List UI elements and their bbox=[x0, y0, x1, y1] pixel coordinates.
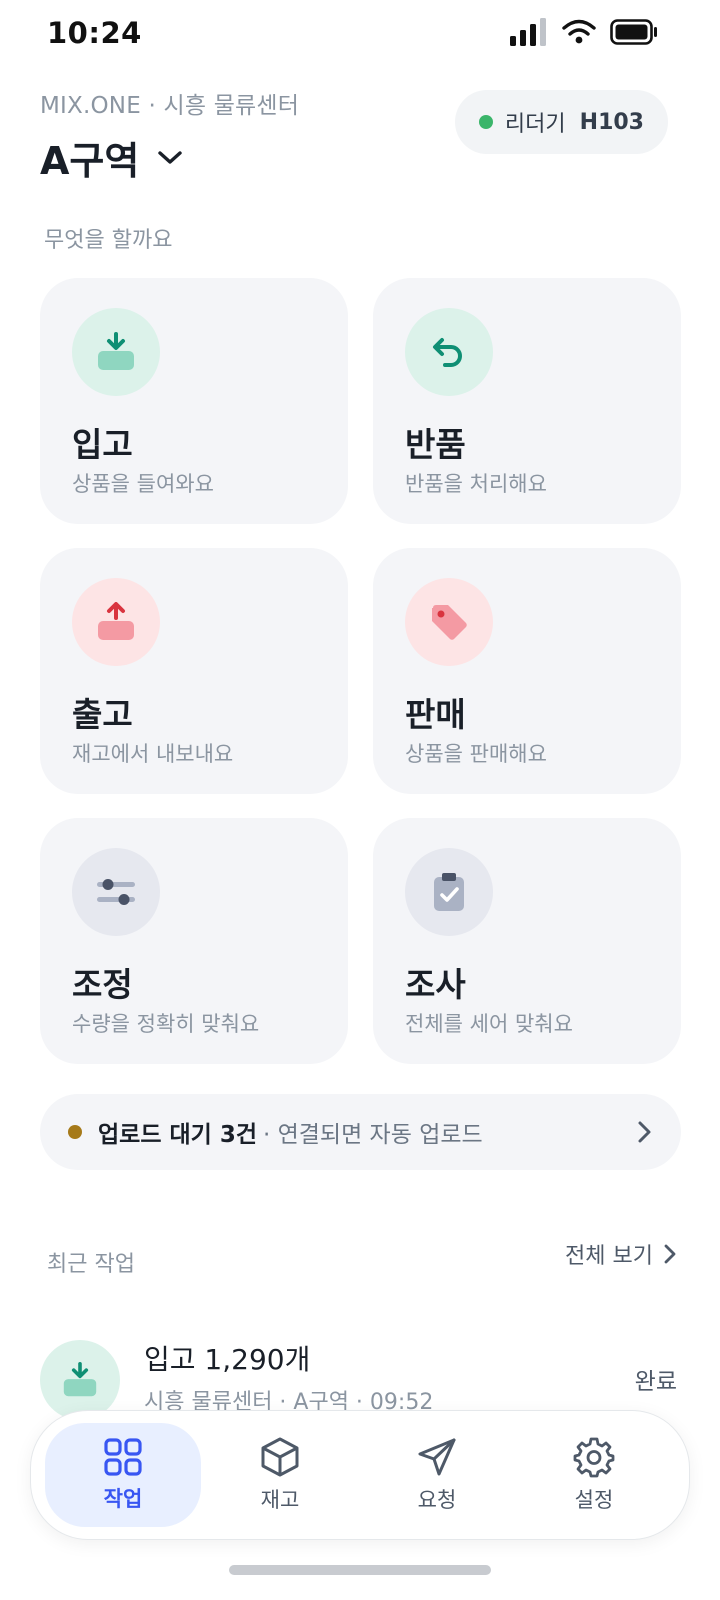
see-all-label: 전체 보기 bbox=[565, 1244, 653, 1269]
price-tag-icon bbox=[432, 605, 467, 640]
inbound-tray-icon bbox=[63, 1362, 97, 1397]
header: MIX.ONE · 시흥 물류센터 A구역 리더기 H103 bbox=[40, 86, 668, 186]
outbound-tray-icon bbox=[98, 602, 134, 640]
action-card-inbound[interactable]: 입고 상품을 들여와요 bbox=[40, 278, 348, 524]
action-card-adjust[interactable]: 조정 수량을 정확히 맞춰요 bbox=[40, 818, 348, 1064]
action-subtitle: 수량을 정확히 맞춰요 bbox=[72, 1012, 260, 1036]
action-subtitle: 재고에서 내보내요 bbox=[72, 742, 234, 766]
recent-header: 최근 작업 전체 보기 bbox=[47, 1244, 677, 1278]
action-card-outbound[interactable]: 출고 재고에서 내보내요 bbox=[40, 548, 348, 794]
chevron-right-icon bbox=[638, 1121, 651, 1143]
clipboard-check-icon bbox=[434, 873, 464, 911]
action-title: 판매 bbox=[405, 695, 466, 734]
home-indicator bbox=[229, 1565, 491, 1575]
pending-status-dot bbox=[68, 1125, 82, 1139]
recent-item-status: 완료 bbox=[634, 1369, 677, 1395]
recent-item-icon-wrap bbox=[40, 1340, 120, 1420]
reader-id: H103 bbox=[579, 109, 644, 135]
status-icons bbox=[510, 18, 658, 46]
action-title: 반품 bbox=[405, 425, 466, 464]
sliders-icon bbox=[97, 879, 135, 905]
connection-status-dot bbox=[478, 115, 493, 129]
upload-pending-count: 업로드 대기 3건 bbox=[98, 1122, 257, 1148]
section-title: 무엇을 할까요 bbox=[44, 228, 173, 253]
reader-badge[interactable]: 리더기 H103 bbox=[454, 90, 668, 154]
tab-label: 요청 bbox=[417, 1488, 457, 1512]
upload-pending-note: · 연결되면 자동 업로드 bbox=[262, 1122, 483, 1148]
upload-pending-banner[interactable]: 업로드 대기 3건 · 연결되면 자동 업로드 bbox=[40, 1094, 681, 1170]
action-subtitle: 전체를 세어 맞춰요 bbox=[405, 1012, 573, 1036]
action-card-survey[interactable]: 조사 전체를 세어 맞춰요 bbox=[373, 818, 681, 1064]
gear-icon bbox=[573, 1437, 615, 1478]
tab-label: 재고 bbox=[260, 1488, 300, 1512]
status-bar: 10:24 bbox=[0, 0, 720, 70]
tab-inventory[interactable]: 재고 bbox=[202, 1423, 358, 1527]
status-time: 10:24 bbox=[47, 16, 142, 50]
inbound-icon-wrap bbox=[72, 308, 160, 396]
tab-requests[interactable]: 요청 bbox=[359, 1423, 515, 1527]
action-title: 조정 bbox=[72, 965, 133, 1004]
tab-label: 작업 bbox=[103, 1487, 143, 1511]
action-title: 입고 bbox=[72, 425, 133, 464]
chevron-down-icon bbox=[158, 150, 183, 164]
action-subtitle: 상품을 판매해요 bbox=[405, 742, 547, 766]
recent-item[interactable]: 입고 1,290개 시흥 물류센터 · A구역 · 09:52 완료 bbox=[40, 1340, 681, 1420]
reader-label: 리더기 bbox=[504, 112, 566, 137]
action-subtitle: 상품을 들여와요 bbox=[72, 472, 214, 496]
recent-item-title: 입고 1,290개 bbox=[144, 1343, 311, 1376]
inbound-tray-icon bbox=[98, 332, 134, 370]
adjust-icon-wrap bbox=[72, 848, 160, 936]
action-title: 출고 bbox=[72, 695, 133, 734]
action-card-return[interactable]: 반품 반품을 처리해요 bbox=[373, 278, 681, 524]
send-icon bbox=[418, 1438, 456, 1476]
outbound-icon-wrap bbox=[72, 578, 160, 666]
tab-label: 설정 bbox=[574, 1488, 614, 1512]
action-card-sale[interactable]: 판매 상품을 판매해요 bbox=[373, 548, 681, 794]
action-subtitle: 반품을 처리해요 bbox=[405, 472, 547, 496]
action-title: 조사 bbox=[405, 965, 466, 1004]
zone-title: A구역 bbox=[40, 139, 140, 183]
return-arrow-icon bbox=[433, 338, 462, 367]
return-icon-wrap bbox=[405, 308, 493, 396]
tab-settings[interactable]: 설정 bbox=[516, 1423, 672, 1527]
sale-icon-wrap bbox=[405, 578, 493, 666]
box-icon bbox=[261, 1437, 299, 1477]
bottom-tab-bar: 작업 재고 요청 설정 bbox=[30, 1410, 690, 1540]
tab-work[interactable]: 작업 bbox=[45, 1423, 201, 1527]
zone-selector[interactable]: A구역 bbox=[40, 130, 183, 185]
battery-icon bbox=[610, 19, 657, 45]
chevron-right-icon bbox=[664, 1244, 676, 1264]
action-grid: 입고 상품을 들여와요 반품 반품을 처리해요 출고 재고에서 내보내요 판매 … bbox=[40, 278, 681, 1064]
see-all-link[interactable]: 전체 보기 bbox=[565, 1238, 677, 1270]
grid-icon bbox=[104, 1438, 142, 1476]
signal-icon bbox=[510, 18, 546, 46]
wifi-icon bbox=[562, 19, 596, 44]
survey-icon-wrap bbox=[405, 848, 493, 936]
